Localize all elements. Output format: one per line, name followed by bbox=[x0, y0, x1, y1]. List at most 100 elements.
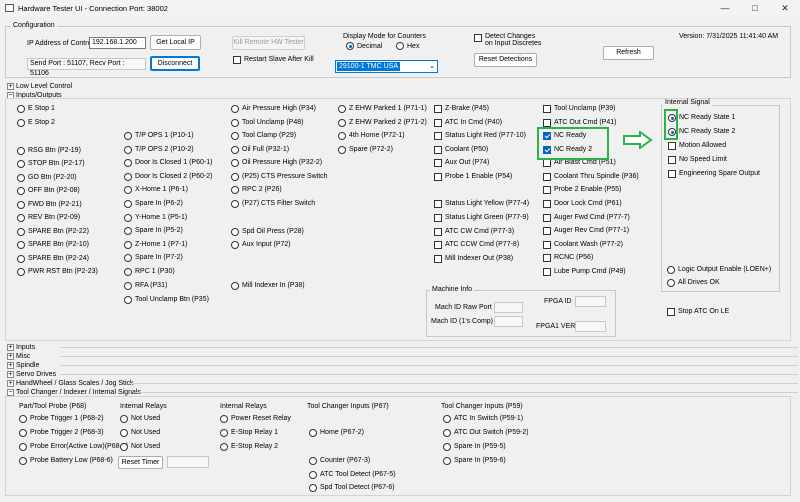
part-probe-item-radio[interactable] bbox=[19, 457, 27, 465]
io-col2-item-radio[interactable] bbox=[124, 241, 132, 249]
servo-drives-section[interactable]: + Servo Drives bbox=[0, 370, 800, 379]
io-col6-item-checkbox[interactable] bbox=[543, 268, 551, 276]
disconnect-button[interactable]: Disconnect bbox=[150, 56, 200, 71]
stop-atc-checkbox[interactable] bbox=[667, 308, 675, 316]
io-col3-item-radio[interactable] bbox=[231, 173, 239, 181]
io-col6-item-checkbox[interactable] bbox=[543, 254, 551, 262]
machine-select[interactable]: 29100-1 TMC USA ⌄ bbox=[335, 60, 438, 73]
io-col4-item-radio[interactable] bbox=[338, 119, 346, 127]
io-col1-item-radio[interactable] bbox=[17, 174, 25, 182]
io-col2-item-radio[interactable] bbox=[124, 186, 132, 194]
tc-input2-item-radio[interactable] bbox=[443, 443, 451, 451]
io-col6-item-checkbox[interactable] bbox=[543, 241, 551, 249]
low-level-control-section[interactable]: + Low Level Control bbox=[0, 82, 800, 91]
expand-icon[interactable]: + bbox=[7, 380, 14, 387]
io-col1-item-radio[interactable] bbox=[17, 214, 25, 222]
hex-radio[interactable] bbox=[396, 42, 404, 50]
io-col4-item-radio[interactable] bbox=[338, 132, 346, 140]
tc-input-item-radio[interactable] bbox=[309, 429, 317, 437]
io-col3-item-radio[interactable] bbox=[231, 132, 239, 140]
spindle-section[interactable]: + Spindle bbox=[0, 361, 800, 370]
io-col3-item-radio[interactable] bbox=[231, 200, 239, 208]
io-col2-item-radio[interactable] bbox=[124, 173, 132, 181]
tc-input-item-radio[interactable] bbox=[309, 471, 317, 479]
part-probe-item-radio[interactable] bbox=[19, 429, 27, 437]
io-col5-item-checkbox[interactable] bbox=[434, 200, 442, 208]
io-col5-item-checkbox[interactable] bbox=[434, 119, 442, 127]
inputs-section[interactable]: + Inputs bbox=[0, 343, 800, 352]
io-col1-item-radio[interactable] bbox=[17, 105, 25, 113]
io-col2-item-radio[interactable] bbox=[124, 146, 132, 154]
io-col5-item-checkbox[interactable] bbox=[434, 105, 442, 113]
io-col3-item-radio[interactable] bbox=[231, 119, 239, 127]
relay2-item-radio[interactable] bbox=[220, 415, 228, 423]
io-col6-item-checkbox[interactable] bbox=[543, 186, 551, 194]
io-col2-item-radio[interactable] bbox=[124, 282, 132, 290]
io-col1-item-radio[interactable] bbox=[17, 255, 25, 263]
decimal-radio[interactable] bbox=[346, 42, 354, 50]
io-col5-item-checkbox[interactable] bbox=[434, 159, 442, 167]
io-col5-item-checkbox[interactable] bbox=[434, 214, 442, 222]
misc-section[interactable]: + Misc bbox=[0, 352, 800, 361]
io-col5-item-checkbox[interactable] bbox=[434, 173, 442, 181]
io-col5-item-checkbox[interactable] bbox=[434, 241, 442, 249]
io-col2-item-radio[interactable] bbox=[124, 254, 132, 262]
detect-changes-checkbox[interactable] bbox=[474, 34, 482, 42]
ip-address-field[interactable]: 192.168.1.200 bbox=[89, 37, 146, 49]
expand-icon[interactable]: + bbox=[7, 353, 14, 360]
io-col6-item-checkbox[interactable] bbox=[543, 214, 551, 222]
io-col2-item-radio[interactable] bbox=[124, 268, 132, 276]
io-col6-item-checkbox[interactable] bbox=[543, 173, 551, 181]
io-col6-item-checkbox[interactable] bbox=[543, 227, 551, 235]
io-col3-item-radio[interactable] bbox=[231, 282, 239, 290]
reset-detections-button[interactable]: Reset Detections bbox=[474, 53, 537, 67]
io-col6-item-checkbox[interactable] bbox=[543, 119, 551, 127]
tc-input2-item-radio[interactable] bbox=[443, 457, 451, 465]
get-local-ip-button[interactable]: Get Local IP bbox=[150, 35, 201, 50]
io-col2-item-radio[interactable] bbox=[124, 132, 132, 140]
io-col5-item-checkbox[interactable] bbox=[434, 132, 442, 140]
io-col2-item-radio[interactable] bbox=[124, 296, 132, 304]
tc-input2-item-radio[interactable] bbox=[443, 415, 451, 423]
io-col6-item-checkbox[interactable] bbox=[543, 200, 551, 208]
relay1-item-radio[interactable] bbox=[120, 429, 128, 437]
io-col3-item-radio[interactable] bbox=[231, 105, 239, 113]
io-col1-item-radio[interactable] bbox=[17, 241, 25, 249]
io-col2-item-radio[interactable] bbox=[124, 159, 132, 167]
minimize-button[interactable]: — bbox=[710, 0, 740, 16]
io-col1-item-radio[interactable] bbox=[17, 147, 25, 155]
expand-icon[interactable]: + bbox=[7, 344, 14, 351]
relay2-item-radio[interactable] bbox=[220, 443, 228, 451]
io-col6-item-checkbox[interactable] bbox=[543, 105, 551, 113]
close-button[interactable]: ✕ bbox=[770, 0, 800, 16]
io-col1-item-radio[interactable] bbox=[17, 187, 25, 195]
io-col1-item-radio[interactable] bbox=[17, 201, 25, 209]
io-col3-item-radio[interactable] bbox=[231, 228, 239, 236]
tc-input-item-radio[interactable] bbox=[309, 457, 317, 465]
reset-timer-button[interactable]: Reset Timer bbox=[118, 456, 163, 469]
relay1-item-radio[interactable] bbox=[120, 443, 128, 451]
internal-signal-checkbox[interactable] bbox=[668, 142, 676, 150]
expand-icon[interactable]: + bbox=[7, 362, 14, 369]
internal-signal-checkbox[interactable] bbox=[668, 170, 676, 178]
io-col5-item-checkbox[interactable] bbox=[434, 255, 442, 263]
kill-remote-button[interactable]: Kill Remote HW Tester bbox=[232, 36, 305, 50]
part-probe-item-radio[interactable] bbox=[19, 415, 27, 423]
io-col2-item-radio[interactable] bbox=[124, 214, 132, 222]
tc-input2-item-radio[interactable] bbox=[443, 429, 451, 437]
all-drives-ok-radio[interactable] bbox=[667, 279, 675, 287]
io-col4-item-radio[interactable] bbox=[338, 146, 346, 154]
restart-slave-checkbox[interactable] bbox=[233, 56, 241, 64]
io-col1-item-radio[interactable] bbox=[17, 160, 25, 168]
collapse-icon[interactable]: − bbox=[7, 389, 14, 396]
relay2-item-radio[interactable] bbox=[220, 429, 228, 437]
io-col2-item-radio[interactable] bbox=[124, 200, 132, 208]
refresh-button[interactable]: Refresh bbox=[603, 46, 654, 60]
io-col5-item-checkbox[interactable] bbox=[434, 228, 442, 236]
expand-icon[interactable]: + bbox=[7, 371, 14, 378]
io-col1-item-radio[interactable] bbox=[17, 228, 25, 236]
io-col4-item-radio[interactable] bbox=[338, 105, 346, 113]
handwheel-section[interactable]: + HandWheel / Glass Scales / Jog Stick bbox=[0, 379, 800, 388]
part-probe-item-radio[interactable] bbox=[19, 443, 27, 451]
io-col3-item-radio[interactable] bbox=[231, 186, 239, 194]
